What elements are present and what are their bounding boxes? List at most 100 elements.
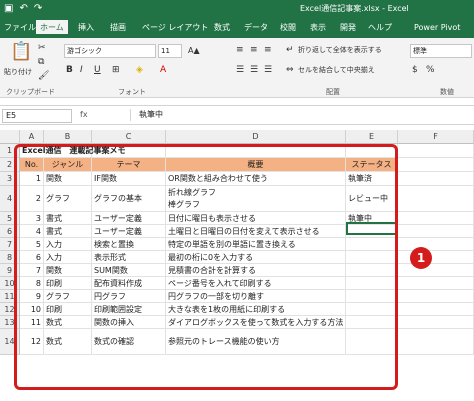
tab-power-pivot[interactable]: Power Pivot	[414, 20, 460, 36]
cell[interactable]	[346, 144, 398, 157]
cell[interactable]: グラフ	[44, 290, 92, 302]
cell[interactable]: 大きな表を1枚の用紙に印刷する	[166, 303, 346, 315]
tab-home[interactable]: ホーム	[36, 20, 68, 36]
cell[interactable]: 2	[20, 186, 44, 211]
cell[interactable]: 印刷範囲設定	[92, 303, 166, 315]
currency-icon[interactable]: $	[412, 64, 418, 76]
row-header[interactable]: 7	[0, 238, 20, 251]
cell[interactable]: 数式	[44, 329, 92, 354]
row-header[interactable]: 11	[0, 290, 20, 303]
merge-center-button[interactable]: セルを結合して中央揃え	[298, 64, 375, 76]
cell[interactable]: ダイアログボックスを使って数式を入力する方法	[166, 316, 346, 328]
font-size-select[interactable]: 11	[158, 44, 182, 58]
row-header[interactable]: 1	[0, 144, 20, 158]
wrap-text-icon[interactable]: ↵	[286, 44, 294, 56]
tab-draw[interactable]: 描画	[110, 20, 126, 36]
align-right-icon[interactable]: ☰	[264, 64, 272, 76]
cell[interactable]: 9	[20, 290, 44, 302]
format-painter-icon[interactable]: 🖌	[38, 70, 49, 82]
cell[interactable]: IF関数	[92, 172, 166, 185]
cell[interactable]	[398, 277, 474, 289]
cell[interactable]: 6	[20, 251, 44, 263]
cell[interactable]: 執筆中	[346, 212, 398, 224]
cell[interactable]: 関数	[44, 264, 92, 276]
italic-button[interactable]: I	[80, 64, 83, 76]
cell[interactable]: SUM関数	[92, 264, 166, 276]
merge-icon[interactable]: ⇔	[286, 64, 294, 76]
tab-formulas[interactable]: 数式	[214, 20, 230, 36]
cell[interactable]: 5	[20, 238, 44, 250]
paste-button[interactable]: 貼り付け	[4, 66, 32, 78]
tab-view[interactable]: 表示	[310, 20, 326, 36]
cell[interactable]	[346, 225, 398, 237]
cell[interactable]: 7	[20, 264, 44, 276]
cell[interactable]	[398, 264, 474, 276]
border-icon[interactable]: ⊞	[112, 64, 120, 76]
cell[interactable]: 3	[20, 212, 44, 224]
cell[interactable]: ページ番号を入れて印刷する	[166, 277, 346, 289]
row-header[interactable]: 12	[0, 303, 20, 316]
cell[interactable]: ステータス	[346, 158, 398, 171]
cell[interactable]: 日付に曜日も表示させる	[166, 212, 346, 224]
cell[interactable]: 1	[20, 172, 44, 185]
row-header[interactable]: 2	[0, 158, 20, 172]
cell[interactable]: 円グラフの一部を切り離す	[166, 290, 346, 302]
cell[interactable]	[346, 303, 398, 315]
cell[interactable]: 配布資料作成	[92, 277, 166, 289]
cell[interactable]: 最初の桁に0を入力する	[166, 251, 346, 263]
row-header[interactable]: 8	[0, 251, 20, 264]
cell[interactable]	[398, 144, 474, 157]
formula-input[interactable]: 執筆中	[130, 109, 163, 121]
cell[interactable]	[398, 225, 474, 237]
cell[interactable]: No.	[20, 158, 44, 171]
cell[interactable]: 11	[20, 316, 44, 328]
cell[interactable]	[346, 264, 398, 276]
cell[interactable]: 書式	[44, 212, 92, 224]
column-header-e[interactable]: E	[346, 130, 398, 144]
paste-icon[interactable]: 📋	[10, 42, 32, 62]
cell[interactable]: 入力	[44, 238, 92, 250]
cell[interactable]: Excel通信 連載記事案メモ	[20, 144, 280, 157]
cell[interactable]: 数式の確認	[92, 329, 166, 354]
align-middle-icon[interactable]: ≡	[250, 44, 258, 56]
cell[interactable]: 検索と置換	[92, 238, 166, 250]
cell[interactable]: 土曜日と日曜日の日付を変えて表示させる	[166, 225, 346, 237]
cell[interactable]: 10	[20, 303, 44, 315]
row-header[interactable]: 3	[0, 172, 20, 186]
row-header[interactable]: 9	[0, 264, 20, 277]
tab-help[interactable]: ヘルプ	[368, 20, 392, 36]
cell[interactable]: テーマ	[92, 158, 166, 171]
tab-review[interactable]: 校閲	[280, 20, 296, 36]
cell[interactable]: 数式	[44, 316, 92, 328]
cell[interactable]	[398, 329, 474, 354]
cell[interactable]: OR関数と組み合わせて使う	[166, 172, 346, 185]
cell[interactable]	[346, 251, 398, 263]
bold-button[interactable]: B	[66, 64, 73, 76]
cell[interactable]: 関数の挿入	[92, 316, 166, 328]
cell[interactable]: 執筆済	[346, 172, 398, 185]
cell[interactable]	[398, 238, 474, 250]
fx-icon[interactable]: fx	[80, 109, 88, 121]
cell[interactable]	[398, 172, 474, 185]
cell[interactable]	[346, 290, 398, 302]
select-all-corner[interactable]	[0, 130, 20, 144]
redo-icon[interactable]: ↷	[34, 2, 42, 16]
cell[interactable]: グラフの基本	[92, 186, 166, 211]
tab-data[interactable]: データ	[244, 20, 268, 36]
column-header-b[interactable]: B	[44, 130, 92, 144]
save-icon[interactable]: ▣	[4, 2, 13, 16]
cell[interactable]: 円グラフ	[92, 290, 166, 302]
cell[interactable]: 関数	[44, 172, 92, 185]
row-header[interactable]: 10	[0, 277, 20, 290]
cell[interactable]: 折れ線グラフ 棒グラフ	[166, 186, 346, 211]
column-header-a[interactable]: A	[20, 130, 44, 144]
cell[interactable]	[398, 158, 474, 171]
cell[interactable]	[346, 329, 398, 354]
cell[interactable]: 印刷	[44, 277, 92, 289]
cell[interactable]: グラフ	[44, 186, 92, 211]
column-header-d[interactable]: D	[166, 130, 346, 144]
font-name-select[interactable]: 游ゴシック	[64, 44, 156, 58]
cell[interactable]: 印刷	[44, 303, 92, 315]
number-format-select[interactable]: 標準	[410, 44, 472, 58]
cell[interactable]: 特定の単語を別の単語に置き換える	[166, 238, 346, 250]
